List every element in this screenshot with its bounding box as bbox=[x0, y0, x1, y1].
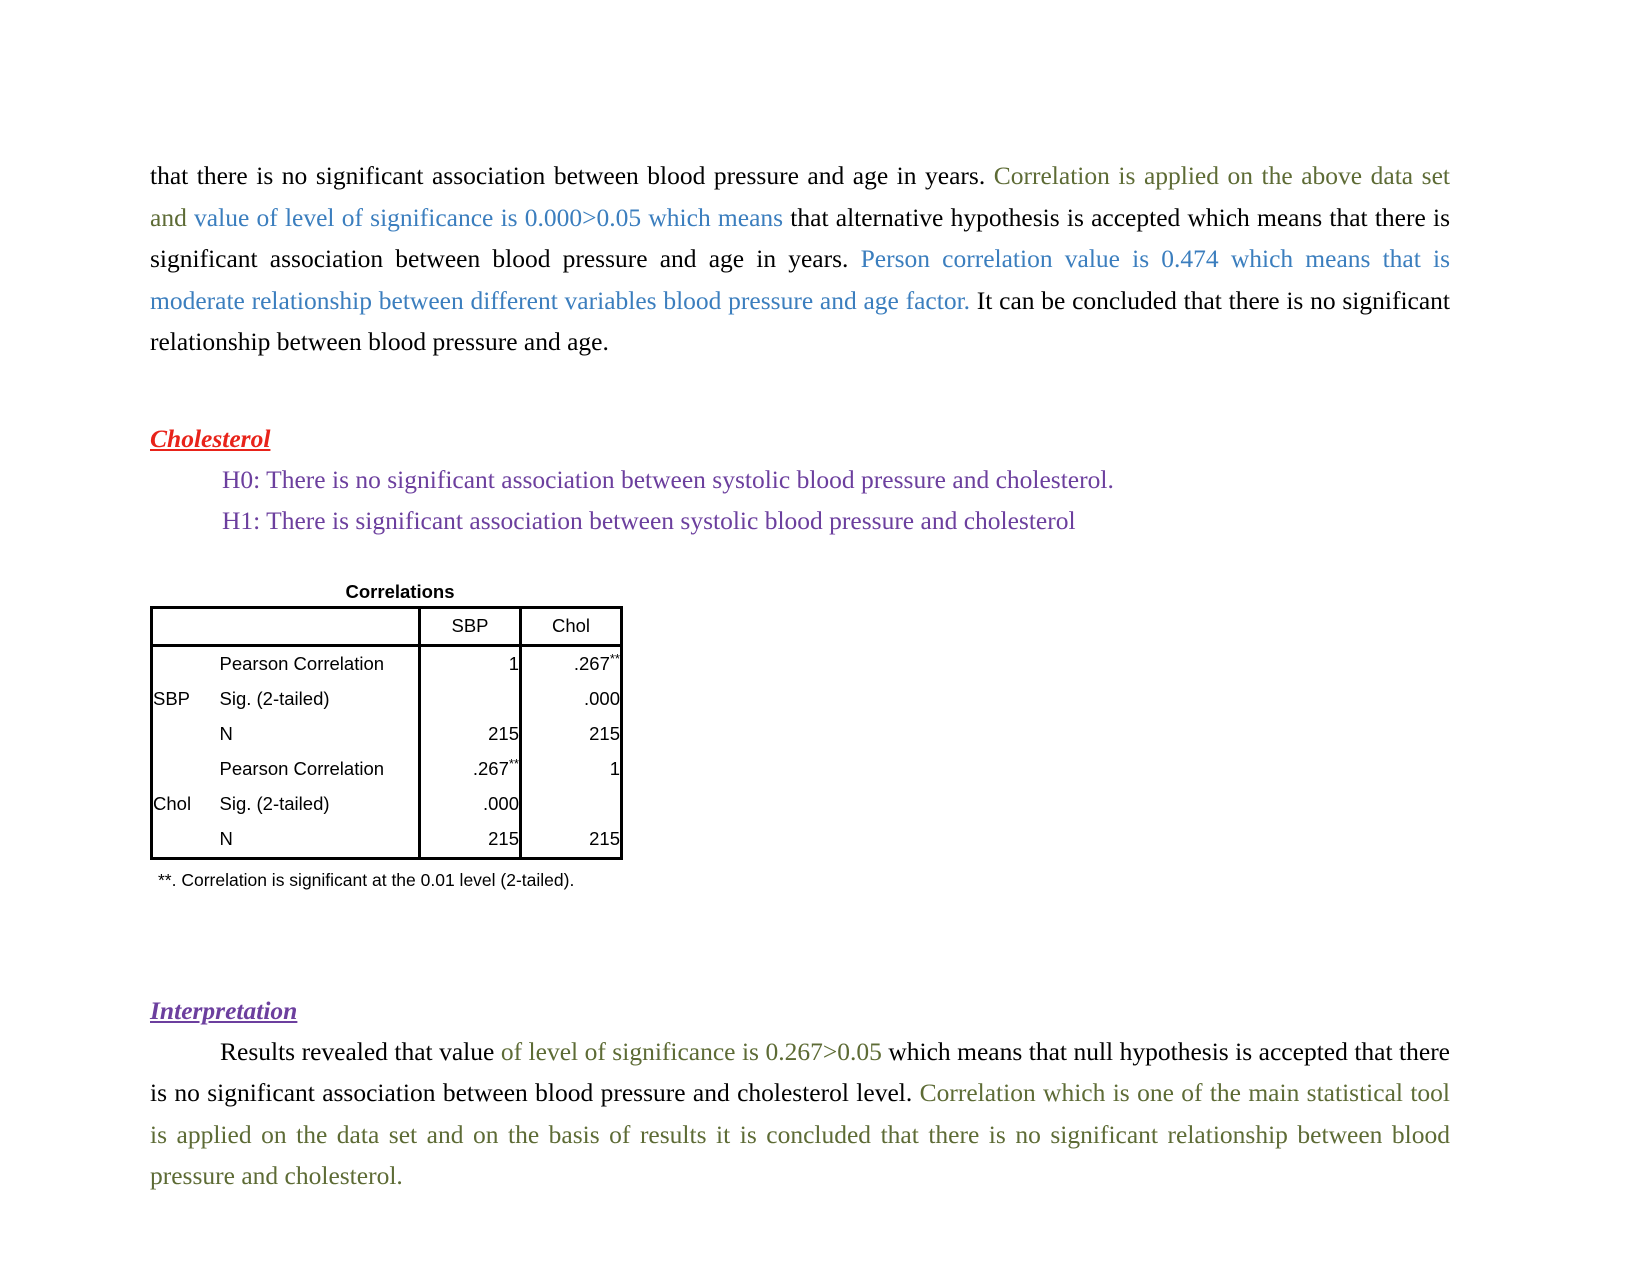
paragraph-interpretation-run-0: Results revealed that value bbox=[220, 1036, 501, 1066]
paragraph-bp-age-run-0: that there is no significant association… bbox=[150, 161, 994, 190]
row-variable-chol: Chol bbox=[153, 793, 192, 814]
table-row: N 215 215 bbox=[152, 716, 622, 752]
cell-sbp-value: .267** bbox=[418, 751, 521, 787]
spacer-before-interpretation bbox=[150, 891, 1450, 991]
header-statistic-blank bbox=[219, 607, 420, 647]
cell-chol-value bbox=[519, 786, 622, 822]
correlations-table-body: Pearson Correlation 1.267** SBP Sig. (2-tai… bbox=[152, 645, 622, 858]
paragraph-interpretation: Results revealed that value of level of … bbox=[150, 1031, 1450, 1197]
document-content: that there is no significant association… bbox=[150, 155, 1450, 1197]
correlations-table: SBP Chol Pearson Correlation 1.267** SBP Si… bbox=[150, 605, 623, 860]
correlations-table-title: Correlations bbox=[345, 580, 455, 602]
row-statistic-label: Pearson Correlation bbox=[219, 758, 385, 779]
correlations-table-head: SBP Chol bbox=[151, 607, 622, 647]
table-row: SBP Sig. (2-tailed) .000 bbox=[152, 681, 622, 717]
row-statistic-label: N bbox=[219, 723, 233, 744]
hypothesis-h1: H1: There is significant association bet… bbox=[222, 505, 1076, 535]
header-corner-blank bbox=[151, 607, 220, 647]
cell-sbp-value bbox=[418, 681, 521, 717]
table-row: Chol Sig. (2-tailed) .000 bbox=[152, 786, 622, 822]
cell-sbp-value: 215 bbox=[418, 821, 521, 858]
row-statistic-label: Sig. (2-tailed) bbox=[219, 793, 330, 814]
paragraph-blood-pressure-age: that there is no significant association… bbox=[150, 155, 1450, 363]
row-statistic-label: Pearson Correlation bbox=[219, 653, 385, 674]
cell-chol-value: 215 bbox=[519, 716, 622, 752]
header-col-sbp: SBP bbox=[418, 607, 521, 647]
table-row: Pearson Correlation .267** 1 bbox=[152, 751, 622, 787]
row-variable-chol bbox=[152, 752, 220, 787]
cell-chol-value: 1 bbox=[519, 751, 622, 787]
correlations-table-block: Correlations SBP Chol Pearson Correlatio… bbox=[150, 581, 650, 891]
cell-sbp-value: 215 bbox=[418, 716, 521, 752]
hypothesis-h0: H0: There is no significant association … bbox=[222, 464, 1114, 494]
heading-cholesterol: Cholesterol bbox=[150, 423, 271, 453]
row-statistic-label: N bbox=[219, 828, 233, 849]
row-variable-sbp: SBP bbox=[153, 688, 191, 709]
document-page: that there is no significant association… bbox=[0, 0, 1651, 1275]
cell-chol-value: .000 bbox=[519, 681, 622, 717]
significance-stars: ** bbox=[508, 755, 519, 771]
cell-sbp-value: .000 bbox=[418, 786, 521, 822]
table-row: N 215 215 bbox=[152, 821, 622, 859]
spacer-after-paragraph-1 bbox=[150, 363, 1450, 419]
paragraph-interpretation-run-1: of level of significance is 0.267>0.05 bbox=[500, 1036, 889, 1066]
cell-chol-value: 215 bbox=[519, 821, 622, 858]
table-row: Pearson Correlation 1.267** bbox=[152, 645, 622, 682]
cell-chol-value: .267** bbox=[519, 645, 622, 682]
row-statistic-label: Sig. (2-tailed) bbox=[219, 688, 330, 709]
cell-sbp-value: 1 bbox=[418, 645, 521, 682]
correlations-table-footnote: **. Correlation is significant at the 0.… bbox=[158, 869, 575, 890]
header-col-chol: Chol bbox=[519, 607, 622, 647]
paragraph-bp-age-run-2: value of level of significance is 0.000>… bbox=[194, 202, 791, 232]
table-header-row: SBP Chol bbox=[151, 607, 622, 647]
significance-stars: ** bbox=[609, 650, 620, 666]
row-variable-chol bbox=[152, 822, 220, 859]
row-variable-sbp bbox=[152, 717, 220, 752]
heading-interpretation: Interpretation bbox=[150, 995, 298, 1025]
spacer-before-table bbox=[150, 541, 1450, 581]
row-variable-sbp bbox=[152, 645, 220, 682]
